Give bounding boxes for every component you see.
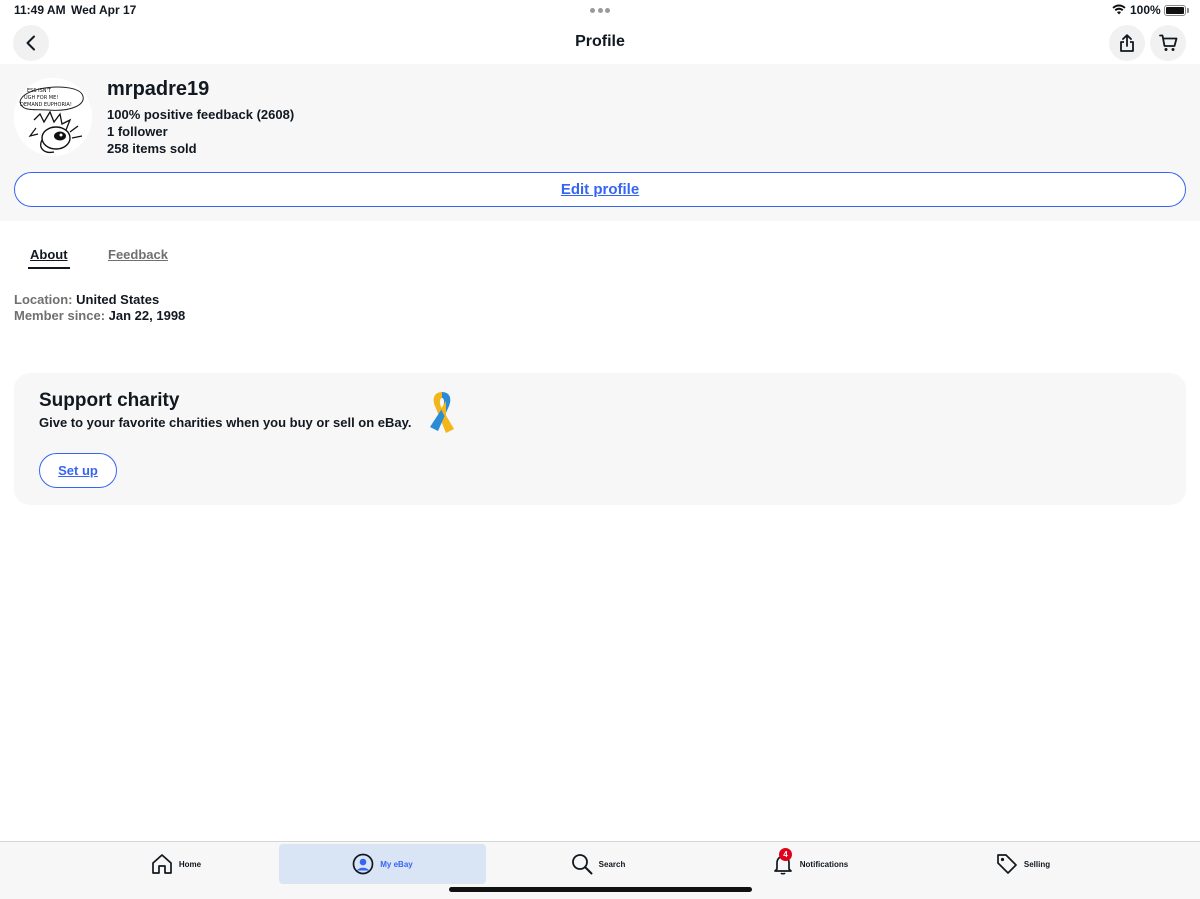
tabbar-label-notifications: Notifications [799, 859, 849, 869]
charity-setup-button[interactable]: Set up [39, 453, 117, 488]
member-since-row: Member since: Jan 22, 1998 [14, 308, 185, 323]
battery-tip [1187, 8, 1189, 13]
svg-text:DEMAND EUPHORIA!: DEMAND EUPHORIA! [20, 102, 72, 108]
tabbar-item-search[interactable]: Search [548, 844, 648, 884]
svg-text:ESS ISN'T: ESS ISN'T [27, 88, 52, 94]
nav-bar: Profile [0, 22, 1200, 64]
avatar[interactable]: ESS ISN'T UGH FOR ME! DEMAND EUPHORIA! [14, 78, 92, 156]
wifi-icon [1112, 4, 1126, 15]
member-since-label: Member since: [14, 308, 106, 323]
feedback-score[interactable]: 100% positive feedback (2608) [107, 107, 294, 122]
support-charity-card: Support charity Give to your favorite ch… [14, 373, 1186, 505]
home-indicator[interactable] [449, 887, 752, 892]
charity-description: Give to your favorite charities when you… [39, 415, 412, 430]
username: mrpadre19 [107, 78, 210, 100]
tabbar-item-notifications[interactable]: Notifications 4 [755, 844, 865, 884]
user-circle-icon [352, 853, 374, 875]
search-icon [571, 854, 593, 875]
share-button[interactable] [1109, 25, 1145, 61]
svg-text:UGH FOR ME!: UGH FOR ME! [24, 95, 58, 101]
share-icon [1120, 34, 1134, 52]
items-sold-count: 258 items sold [107, 141, 197, 156]
avatar-image: ESS ISN'T UGH FOR ME! DEMAND EUPHORIA! [14, 78, 92, 156]
active-tab-indicator [28, 267, 70, 269]
battery-percent: 100% [1130, 3, 1161, 17]
tabbar-item-my-ebay[interactable]: My eBay [279, 844, 486, 884]
page-title: Profile [575, 33, 625, 50]
tabbar-label-search: Search [598, 859, 626, 869]
notification-badge: 4 [779, 848, 792, 861]
status-bar: 11:49 AM Wed Apr 17 100% [0, 0, 1200, 22]
tabbar-label-selling: Selling [1023, 859, 1051, 869]
status-date: Wed Apr 17 [71, 3, 137, 17]
follower-count[interactable]: 1 follower [107, 124, 168, 139]
tag-icon [997, 854, 1017, 874]
cart-icon [1158, 34, 1177, 51]
tabbar-item-home[interactable]: Home [126, 844, 226, 884]
location-row: Location: United States [14, 292, 159, 307]
member-since-value: Jan 22, 1998 [108, 308, 186, 323]
battery-icon [1164, 5, 1186, 16]
cart-button[interactable] [1150, 25, 1186, 61]
location-label: Location: [14, 292, 73, 307]
tabbar-label-my-ebay: My eBay [380, 859, 413, 869]
location-value: United States [76, 292, 160, 307]
status-time: 11:49 AM [14, 3, 66, 17]
tabbar-item-selling[interactable]: Selling [983, 844, 1063, 884]
home-icon [152, 854, 172, 874]
multitasking-dots-icon[interactable] [590, 8, 610, 13]
tab-about[interactable]: About [30, 247, 68, 262]
edit-profile-button[interactable]: Edit profile [14, 172, 1186, 207]
charity-title: Support charity [39, 390, 180, 411]
tab-feedback[interactable]: Feedback [108, 247, 168, 262]
profile-header: ESS ISN'T UGH FOR ME! DEMAND EUPHORIA! m… [0, 64, 1200, 221]
tabbar-label-home: Home [178, 859, 202, 869]
awareness-ribbon-icon [430, 392, 454, 433]
